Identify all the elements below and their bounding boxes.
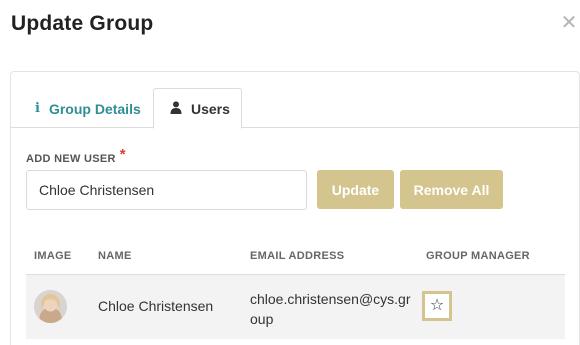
table-header: IMAGE NAME EMAIL ADDRESS GROUP MANAGER [26,238,565,275]
star-icon: ☆ [429,297,445,314]
add-user-label: ADD NEW USER * [26,146,126,166]
required-mark: * [119,146,126,163]
tab-label: Users [191,100,230,117]
close-icon[interactable]: ✕ [560,13,578,33]
user-email: chloe.christensen@cys.group [250,291,411,327]
add-user-label-text: ADD NEW USER [26,153,116,165]
header-group-manager: GROUP MANAGER [426,250,530,262]
table-row: Chloe Christensen chloe.christensen@cys.… [26,275,565,339]
modal-title: Update Group [11,12,154,35]
tab-group-details[interactable]: i Group Details [19,88,157,129]
add-user-input[interactable] [26,170,307,210]
tab-users[interactable]: Users [153,88,242,129]
tab-bar: i Group Details Users [11,72,579,129]
user-name: Chloe Christensen [98,298,214,314]
group-manager-toggle[interactable]: ☆ [422,291,452,321]
tab-label: Group Details [48,100,141,117]
user-icon [170,100,182,117]
remove-all-button[interactable]: Remove All [400,170,503,209]
header-email: EMAIL ADDRESS [250,250,345,262]
avatar [34,290,67,323]
modal-panel: i Group Details Users ADD NEW USER* Upda… [10,71,580,345]
header-image: IMAGE [34,250,72,262]
update-button[interactable]: Update [317,170,394,209]
users-table: IMAGE NAME EMAIL ADDRESS GROUP MANAGER C… [26,238,565,339]
info-icon: i [35,101,40,116]
header-name: NAME [98,250,132,262]
